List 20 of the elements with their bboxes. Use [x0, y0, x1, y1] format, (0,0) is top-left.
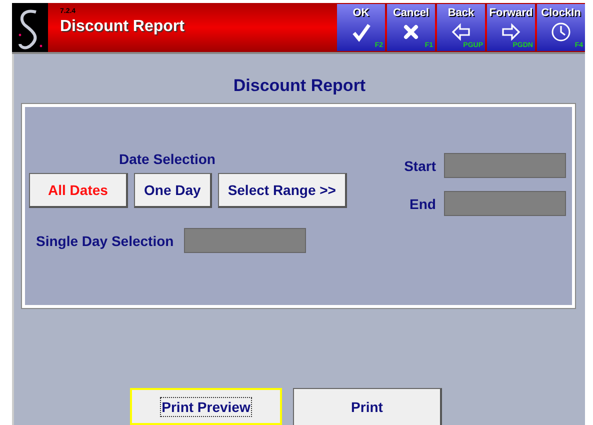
single-day-label: Single Day Selection	[36, 232, 174, 248]
left-arrow-icon	[451, 22, 471, 42]
page-title: Discount Report	[232, 76, 367, 96]
date-option-button[interactable]: One Day	[134, 173, 212, 208]
date-option-button[interactable]: Select Range >>	[218, 173, 347, 208]
date-selection-label: Date Selection	[119, 151, 216, 167]
print-button[interactable]: Print	[293, 388, 442, 425]
clock-icon	[551, 22, 571, 42]
start-date-field[interactable]	[444, 153, 566, 178]
cross-icon	[401, 22, 421, 42]
logo-icon	[12, 3, 48, 52]
end-date-field[interactable]	[444, 191, 566, 216]
start-label: Start	[404, 158, 436, 174]
single-day-field[interactable]	[184, 228, 306, 253]
check-icon	[351, 22, 371, 42]
end-label: End	[410, 196, 436, 212]
right-arrow-icon	[501, 22, 521, 42]
print-preview-button[interactable]: Print Preview	[130, 388, 282, 425]
date-option-button[interactable]: All Dates	[29, 173, 128, 208]
window-title: Discount Report	[60, 17, 186, 37]
